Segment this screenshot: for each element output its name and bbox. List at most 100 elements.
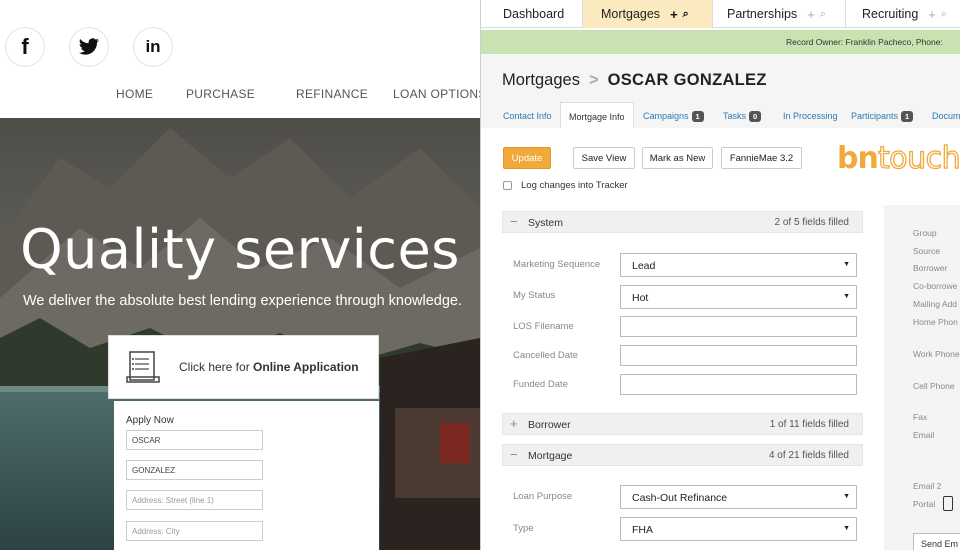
funded-date-input[interactable] (620, 374, 857, 395)
add-mortgage-icon[interactable]: + (670, 7, 678, 22)
breadcrumb-separator: > (588, 71, 599, 89)
linkedin-glyph: in (145, 37, 161, 56)
type-select[interactable]: FHA ▼ (620, 517, 857, 541)
fanniemae-button[interactable]: FannieMae 3.2 (721, 147, 802, 169)
facebook-icon[interactable]: f (5, 27, 45, 67)
log-changes-label: Log changes into Tracker (521, 180, 628, 191)
record-sub-tabs: Contact Info Mortgage Info Campaigns 1 Ta… (481, 102, 960, 128)
online-application-card[interactable]: Click here for Online Application (108, 335, 379, 399)
subtab-in-processing[interactable]: In Processing (783, 102, 838, 128)
system-section-header[interactable]: − System 2 of 5 fields filled (502, 211, 863, 233)
logo-text-touch: touch (878, 141, 960, 176)
facebook-glyph: f (21, 34, 29, 59)
last-name-input[interactable]: GONZALEZ (126, 460, 263, 480)
subtab-participants-label: Participants (851, 111, 899, 121)
borrower-section-header[interactable]: + Borrower 1 of 11 fields filled (502, 413, 863, 435)
my-status-select[interactable]: Hot ▼ (620, 285, 857, 309)
tab-recruiting[interactable]: Recruiting + ⌕ (846, 0, 960, 28)
log-changes-checkbox[interactable] (503, 181, 512, 190)
mortgage-fields-count: 4 of 21 fields filled (768, 450, 849, 461)
cancelled-date-label: Cancelled Date (513, 350, 578, 361)
lender-website: f in HOME PURCHASE REFINANCE LOAN OPTION… (0, 0, 480, 550)
dropdown-caret-icon: ▼ (843, 293, 850, 300)
twitter-bird-icon (78, 38, 100, 55)
apply-now-form: Apply Now OSCAR GONZALEZ Address: Street… (114, 401, 379, 550)
tab-mortgages-label: Mortgages (601, 7, 661, 21)
nav-refinance[interactable]: REFINANCE (296, 87, 368, 101)
collapse-icon: − (510, 447, 518, 462)
linkedin-icon[interactable]: in (133, 27, 173, 67)
marketing-sequence-value: Lead (632, 260, 656, 272)
participants-count-badge: 1 (901, 111, 914, 122)
side-label-email: Email (913, 430, 935, 440)
mark-as-new-button[interactable]: Mark as New (642, 147, 713, 169)
log-changes-checkbox-row[interactable]: Log changes into Tracker (503, 180, 628, 191)
logo-text-bn: bn (837, 141, 878, 176)
dropdown-caret-icon: ▼ (843, 493, 850, 500)
subtab-participants[interactable]: Participants 1 (851, 102, 914, 128)
loan-purpose-label: Loan Purpose (513, 491, 573, 502)
record-owner-text: Record Owner: Franklin Pacheco, Phone: (786, 37, 943, 47)
record-owner-bar: Record Owner: Franklin Pacheco, Phone: (481, 30, 960, 54)
side-label-group: Group (913, 228, 937, 238)
city-input[interactable]: Address: City (126, 521, 263, 541)
nav-home[interactable]: HOME (116, 87, 153, 101)
crm-window: Dashboard Mortgages + ⌕ Partnerships + ⌕… (480, 0, 960, 550)
side-label-borrower: Borrower (913, 263, 948, 273)
search-mortgage-icon[interactable]: ⌕ (683, 8, 689, 21)
subtab-documents[interactable]: Docum (932, 102, 960, 128)
cancelled-date-input[interactable] (620, 345, 857, 366)
dropdown-caret-icon: ▼ (843, 261, 850, 268)
los-filename-input[interactable] (620, 316, 857, 337)
side-label-home-phone: Home Phon (913, 317, 958, 327)
subtab-campaigns[interactable]: Campaigns 1 (643, 102, 704, 128)
expand-icon: + (510, 416, 518, 431)
module-tabs: Dashboard Mortgages + ⌕ Partnerships + ⌕… (481, 0, 960, 28)
subtab-mortgage-info[interactable]: Mortgage Info (560, 102, 634, 128)
borrower-section-title: Borrower (528, 419, 571, 431)
nav-purchase[interactable]: PURCHASE (186, 87, 255, 101)
subtab-campaigns-label: Campaigns (643, 111, 689, 121)
send-email-button[interactable]: Send Em (913, 533, 960, 550)
search-recruit-icon[interactable]: ⌕ (941, 8, 947, 21)
side-label-work-phone: Work Phone (913, 349, 960, 359)
breadcrumb-section[interactable]: Mortgages (502, 71, 580, 89)
borrower-fields-count: 1 of 11 fields filled (769, 419, 849, 430)
hero-subtitle: We deliver the absolute best lending exp… (22, 293, 463, 309)
tab-partnerships[interactable]: Partnerships + ⌕ (713, 0, 846, 28)
system-fields-count: 2 of 5 fields filled (774, 217, 850, 228)
side-label-source: Source (913, 246, 940, 256)
subtab-tasks[interactable]: Tasks 0 (723, 102, 762, 128)
marketing-sequence-select[interactable]: Lead ▼ (620, 253, 857, 277)
campaigns-count-badge: 1 (691, 111, 704, 122)
side-label-coborrower: Co-borrowe (913, 281, 958, 291)
subtab-contact-info[interactable]: Contact Info (503, 102, 552, 128)
tasks-count-badge: 0 (749, 111, 762, 122)
system-section-title: System (528, 217, 564, 229)
first-name-input[interactable]: OSCAR (126, 430, 263, 450)
tab-mortgages[interactable]: Mortgages + ⌕ (583, 0, 713, 28)
update-button[interactable]: Update (503, 147, 551, 169)
type-label: Type (513, 523, 534, 534)
tab-dashboard[interactable]: Dashboard (481, 0, 583, 28)
add-partnership-icon[interactable]: + (807, 7, 815, 22)
bntouch-logo: bn touch (837, 137, 960, 177)
online-application-text[interactable]: Click here for Online Application (179, 360, 359, 374)
application-form-icon (125, 349, 161, 385)
side-label-email-2: Email 2 (913, 481, 942, 491)
mortgage-section-header[interactable]: − Mortgage 4 of 21 fields filled (502, 444, 863, 466)
twitter-icon[interactable] (69, 27, 109, 67)
add-recruit-icon[interactable]: + (928, 7, 936, 22)
type-value: FHA (632, 524, 653, 536)
loan-purpose-value: Cash-Out Refinance (632, 492, 728, 504)
breadcrumb: Mortgages > OSCAR GONZALEZ (502, 71, 767, 90)
loan-purpose-select[interactable]: Cash-Out Refinance ▼ (620, 485, 857, 509)
mobile-phone-icon (943, 496, 953, 511)
search-partnership-icon[interactable]: ⌕ (820, 8, 826, 21)
hero-title: Quality services (20, 218, 460, 281)
tab-dashboard-label: Dashboard (503, 7, 565, 21)
street-address-input[interactable]: Address: Street (line 1) (126, 490, 263, 510)
nav-loan-options[interactable]: LOAN OPTIONS (393, 87, 480, 101)
breadcrumb-record-name: OSCAR GONZALEZ (607, 71, 767, 89)
save-view-button[interactable]: Save View (573, 147, 635, 169)
